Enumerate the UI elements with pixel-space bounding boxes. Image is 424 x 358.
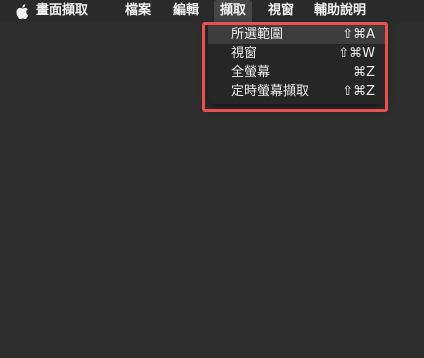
menu-item-full-screen[interactable]: 全螢幕 ⌘Z [208,63,386,82]
menu-file[interactable]: 檔案 [119,0,157,22]
menu-item-shortcut: ⇧⌘A [342,27,375,42]
menu-capture[interactable]: 擷取 [214,0,253,22]
capture-dropdown-menu: 所選範圍 ⇧⌘A 視窗 ⇧⌘W 全螢幕 ⌘Z 定時螢幕擷取 ⇧⌘Z [208,22,386,104]
menu-item-timed-screen[interactable]: 定時螢幕擷取 ⇧⌘Z [208,82,386,101]
menu-item-selected-portion[interactable]: 所選範圍 ⇧⌘A [208,25,386,44]
menu-edit[interactable]: 編輯 [167,0,205,22]
menu-item-label: 所選範圍 [231,27,284,42]
menu-window[interactable]: 視窗 [262,0,300,22]
apple-logo-icon[interactable] [15,4,29,19]
menu-item-label: 全螢幕 [231,65,271,80]
menu-screenshot-app[interactable]: 畫面擷取 [30,0,94,22]
menu-item-label: 定時螢幕擷取 [231,84,310,99]
screen: 畫面擷取 檔案 編輯 擷取 視窗 輔助說明 所選範圍 ⇧⌘A 視窗 ⇧⌘W 全螢… [0,0,424,358]
menu-item-label: 視窗 [231,46,258,61]
menu-item-shortcut: ⌘Z [353,65,375,80]
menu-item-shortcut: ⇧⌘W [338,46,375,61]
menu-item-shortcut: ⇧⌘Z [342,84,375,99]
menu-item-window[interactable]: 視窗 ⇧⌘W [208,44,386,63]
menu-help[interactable]: 輔助說明 [308,0,372,22]
menu-bar: 畫面擷取 檔案 編輯 擷取 視窗 輔助說明 [0,0,424,22]
